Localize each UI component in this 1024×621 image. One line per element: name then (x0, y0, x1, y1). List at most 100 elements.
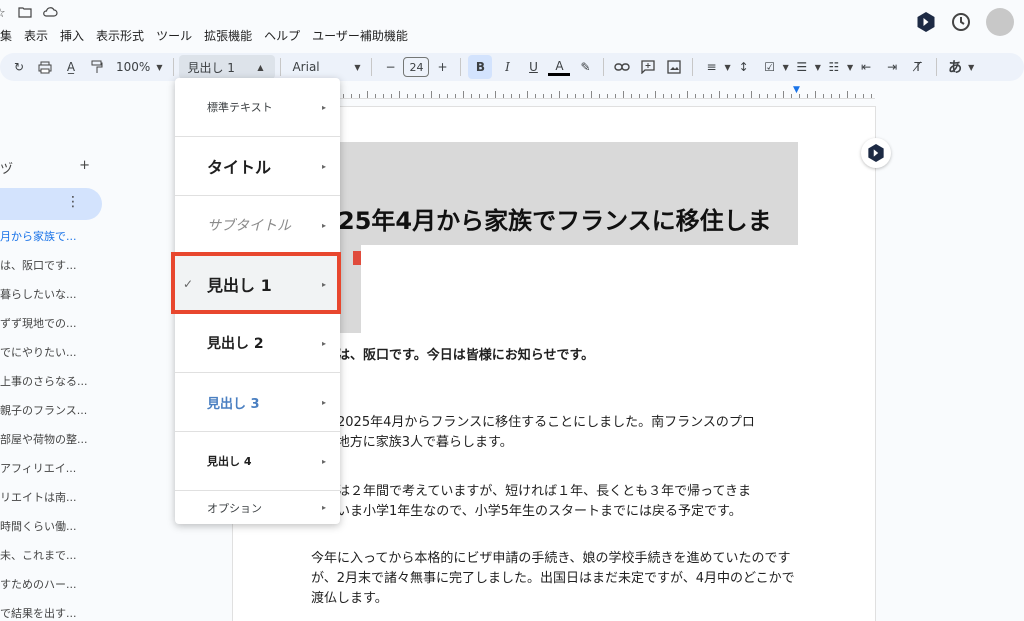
outline-item[interactable]: 上事のさらなる... (0, 373, 88, 389)
print-icon[interactable] (34, 55, 56, 79)
menu-item-heading-2[interactable]: 見出し 2 ▸ (175, 314, 340, 372)
ruler-tick (431, 91, 432, 98)
ruler-tick (567, 94, 568, 98)
outline-item[interactable]: 部屋や荷物の整... (0, 431, 88, 447)
divider (173, 58, 175, 76)
outline-item[interactable]: 時間くらい働... (0, 518, 77, 534)
ruler-tick (839, 94, 840, 98)
highlight-pen-icon[interactable]: ✎ (574, 55, 596, 79)
paragraph-line[interactable]: 期間は２年間で考えていますが、短ければ１年、長くとも３年で帰ってきま (311, 481, 751, 503)
outline-item[interactable]: ずず現地での... (0, 315, 77, 331)
ruler-tick (455, 94, 456, 98)
outline-item[interactable]: リエイトは南... (0, 489, 77, 505)
decrease-font-size-button[interactable]: − (379, 55, 401, 79)
text-color-button[interactable]: A (548, 58, 571, 76)
underline-button[interactable]: U (522, 55, 544, 79)
ruler-tick (495, 91, 496, 98)
checklist-icon[interactable]: ☑ (759, 55, 781, 79)
font-size-input[interactable]: 24 (403, 57, 430, 77)
menu-tools[interactable]: ツール (156, 27, 192, 44)
history-icon[interactable] (950, 11, 972, 33)
menu-item-options[interactable]: オプション ▸ (175, 491, 340, 524)
ruler-tick (551, 94, 552, 98)
paragraph-line[interactable]: 家、2025年4月からフランスに移住することにしました。南フランスのプロ (311, 412, 755, 434)
menu-accessibility[interactable]: ユーザー補助機能 (312, 27, 408, 44)
bold-button[interactable]: B (468, 55, 493, 79)
paragraph-line[interactable]: 娘がいま小学1年生なので、小学5年生のスタートまでには戻る予定です。 (311, 501, 742, 523)
outline-item[interactable]: 未、これまで... (0, 547, 77, 563)
link-icon[interactable] (611, 55, 633, 79)
style-dropdown[interactable]: 見出し 1 ▲ (179, 55, 276, 79)
numbered-list-icon[interactable]: ☷ (823, 55, 845, 79)
outline-item[interactable]: 月から家族で... (0, 228, 77, 244)
paragraph-line[interactable]: 渡仏します。 (311, 588, 388, 610)
cloud-icon[interactable] (42, 6, 58, 18)
line-spacing-icon[interactable]: ↕ (733, 55, 755, 79)
ruler-tick (607, 94, 608, 98)
outline-header-label: ヅ (0, 162, 14, 177)
menu-item-label: オプション (207, 501, 262, 515)
outline-item[interactable]: は、阪口です... (0, 257, 77, 273)
move-folder-icon[interactable] (18, 6, 32, 18)
outline-item[interactable]: 暮らしたいな... (0, 286, 77, 302)
avatar[interactable] (986, 8, 1014, 36)
assistant-hex-button[interactable] (861, 138, 891, 168)
ruler-tick (703, 94, 704, 98)
menu-item-title[interactable]: タイトル ▸ (175, 137, 340, 195)
paragraph-line[interactable]: 今年に入ってから本格的にビザ申請の手続き、娘の学校手続きを進めていたのです (311, 548, 790, 570)
spellcheck-icon[interactable]: A̲ (60, 55, 82, 79)
ruler-tick (599, 94, 600, 98)
ruler-tick (863, 94, 864, 98)
menu-item-normal-text[interactable]: 標準テキスト ▸ (175, 78, 340, 136)
comment-icon[interactable] (637, 55, 659, 79)
tab-document[interactable]: ⋮ (0, 188, 102, 220)
ruler-tick (479, 94, 480, 98)
divider (603, 58, 605, 76)
add-tab-button[interactable]: + (79, 158, 90, 177)
paint-format-icon[interactable] (86, 55, 108, 79)
align-icon[interactable]: ≡ (700, 55, 722, 79)
menu-item-subtitle[interactable]: サブタイトル ▸ (175, 196, 340, 254)
increase-font-size-button[interactable]: + (431, 55, 453, 79)
ruler[interactable]: ▼ (335, 85, 875, 99)
star-icon[interactable]: ☆ (0, 6, 8, 21)
outline-header: ヅ + (0, 158, 90, 177)
document-heading[interactable]: 25年4月から家族でフランスに移住しま (338, 201, 772, 236)
increase-indent-icon[interactable]: ⇥ (881, 55, 903, 79)
paragraph-line[interactable]: が、2月末で諸々無事に完了しました。出国日はまだ未定ですが、4月中のどこかで (311, 568, 795, 590)
chevron-right-icon: ▸ (321, 397, 326, 407)
more-options-icon[interactable]: ⋮ (66, 194, 80, 210)
menu-format[interactable]: 表示形式 (96, 27, 144, 44)
italic-button[interactable]: I (496, 55, 518, 79)
outline-item[interactable]: アフィリエイ... (0, 460, 76, 476)
redo-icon[interactable]: ↻ (8, 55, 30, 79)
chevron-down-icon: ▼ (782, 62, 789, 72)
outline-item[interactable]: 親子のフランス... (0, 402, 87, 418)
bullet-list-icon[interactable]: ☰ (791, 55, 813, 79)
menu-view[interactable]: 表示 (24, 27, 48, 44)
outline-item[interactable]: すためのハー... (0, 576, 77, 592)
menu-insert[interactable]: 挿入 (60, 27, 84, 44)
font-dropdown[interactable]: Arial ▼ (286, 60, 366, 74)
clear-formatting-icon[interactable]: T̸ (907, 55, 929, 79)
zoom-dropdown[interactable]: 100% ▼ (110, 60, 168, 74)
ruler-tick (759, 94, 760, 98)
paragraph-greeting[interactable]: こちは、阪口です。今日は皆様にお知らせです。 (311, 345, 594, 367)
ruler-tick (727, 94, 728, 98)
outline-item[interactable]: で結果を出す... (0, 605, 77, 621)
extension-hex-icon[interactable] (916, 11, 936, 33)
input-tools-dropdown[interactable]: あ ▼ (942, 57, 980, 77)
decrease-indent-icon[interactable]: ⇤ (855, 55, 877, 79)
menu-extensions[interactable]: 拡張機能 (204, 27, 252, 44)
ruler-tick (535, 94, 536, 98)
menu-edit[interactable]: 集 (0, 27, 12, 44)
ruler-tick (743, 94, 744, 98)
ruler-tick (575, 94, 576, 98)
menu-item-heading-4[interactable]: 見出し 4 ▸ (175, 432, 340, 490)
ruler-tick (351, 94, 352, 98)
menu-item-heading-3[interactable]: 見出し 3 ▸ (175, 373, 340, 431)
paragraph-line[interactable]: ンス地方に家族3人で暮らします。 (311, 432, 513, 454)
menu-help[interactable]: ヘルプ (264, 27, 300, 44)
outline-item[interactable]: でにやりたい... (0, 344, 77, 360)
image-icon[interactable] (663, 55, 685, 79)
